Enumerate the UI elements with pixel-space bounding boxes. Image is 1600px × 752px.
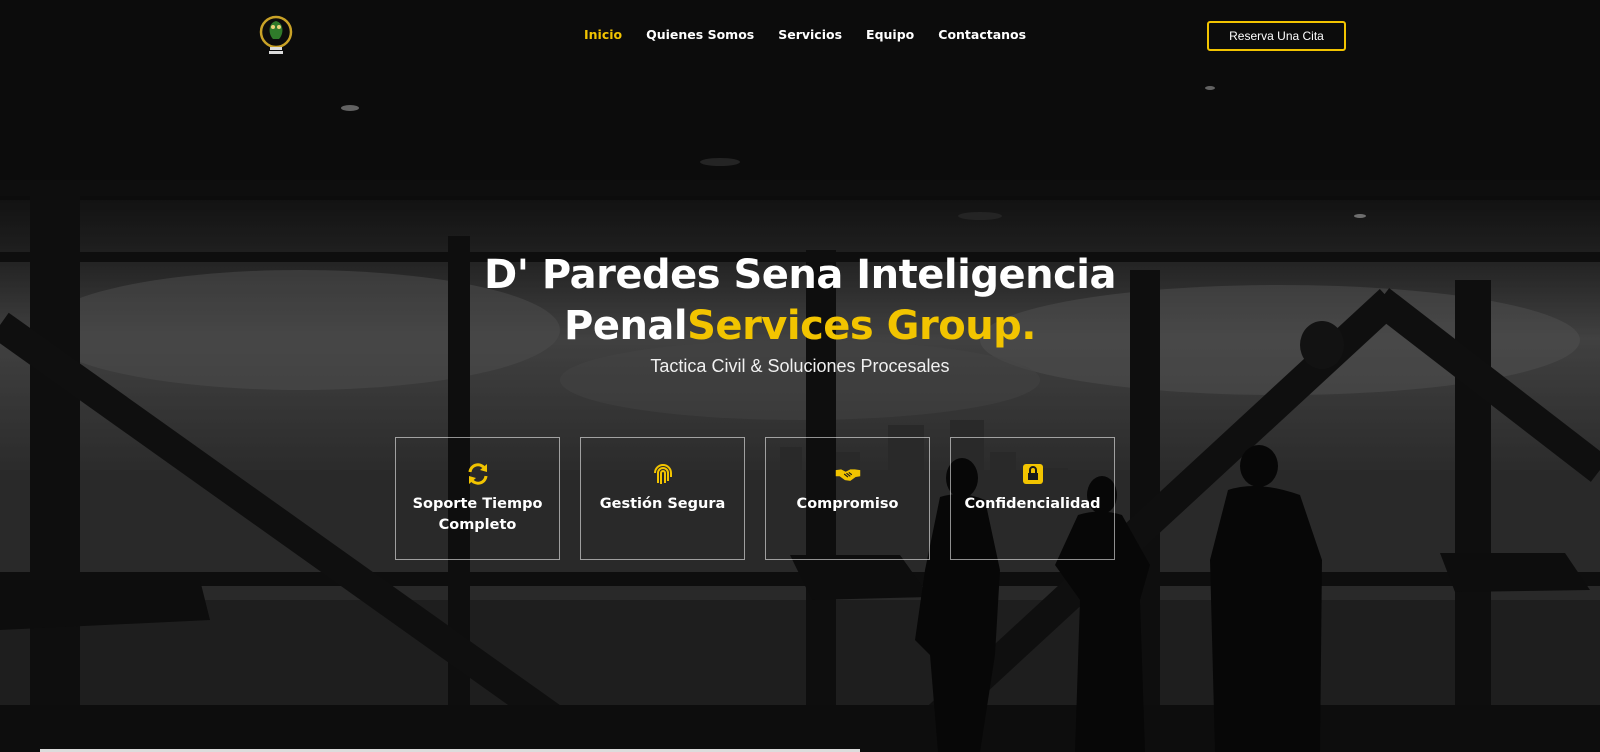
feature-card-secure[interactable]: Gestión Segura — [580, 437, 745, 560]
sync-icon — [465, 461, 491, 487]
hero-title-white: Penal — [564, 303, 688, 349]
nav-item-contactanos[interactable]: Contactanos — [938, 27, 1026, 42]
handshake-icon — [835, 461, 861, 487]
lock-icon — [1020, 461, 1046, 487]
fingerprint-icon — [650, 461, 676, 487]
brand-logo[interactable] — [256, 14, 296, 58]
hero-title-line2: PenalServices Group. — [0, 301, 1600, 351]
nav-item-inicio[interactable]: Inicio — [584, 27, 622, 42]
hero-title-accent: Services Group. — [687, 303, 1036, 349]
nav-item-servicios[interactable]: Servicios — [778, 27, 842, 42]
hero-subtitle: Tactica Civil & Soluciones Procesales — [650, 356, 950, 376]
feature-label: Gestión Segura — [599, 496, 726, 512]
feature-label: Confidencialidad — [964, 496, 1101, 512]
feature-card-confidentiality[interactable]: Confidencialidad — [950, 437, 1115, 560]
main-nav: Inicio Quienes Somos Servicios Equipo Co… — [584, 27, 1026, 42]
feature-card-support[interactable]: Soporte Tiempo Completo — [395, 437, 560, 560]
feature-card-commitment[interactable]: Compromiso — [765, 437, 930, 560]
nav-item-equipo[interactable]: Equipo — [866, 27, 914, 42]
top-navigation-bar: Inicio Quienes Somos Servicios Equipo Co… — [0, 0, 1600, 70]
feature-label: Soporte Tiempo Completo — [412, 496, 543, 533]
hero-title-line1: D' Paredes Sena Inteligencia — [484, 252, 1116, 298]
book-appointment-button[interactable]: Reserva Una Cita — [1207, 21, 1346, 51]
feature-label: Compromiso — [796, 496, 899, 512]
nav-item-quienes-somos[interactable]: Quienes Somos — [646, 27, 754, 42]
